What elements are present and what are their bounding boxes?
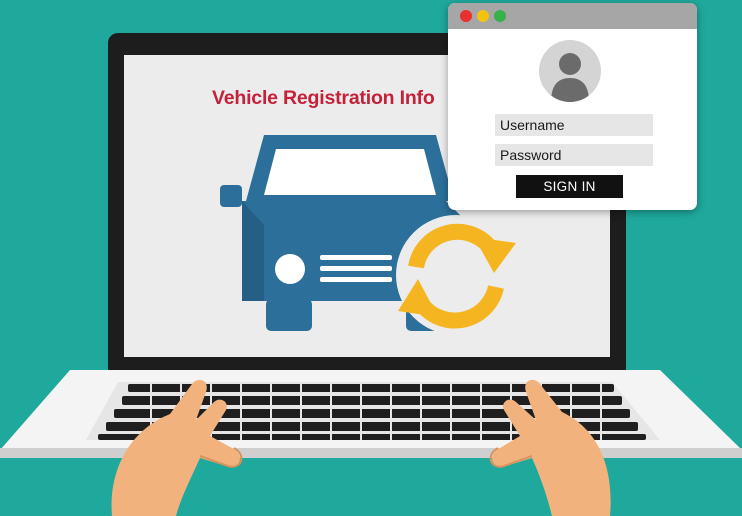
close-window-button[interactable]	[460, 10, 472, 22]
username-field[interactable]: Username	[495, 114, 653, 136]
user-icon	[539, 40, 601, 102]
sign-in-button[interactable]: SIGN IN	[516, 175, 623, 198]
window-titlebar[interactable]	[448, 3, 697, 29]
login-window: Username Password SIGN IN	[448, 3, 697, 210]
maximize-window-button[interactable]	[494, 10, 506, 22]
minimize-window-button[interactable]	[477, 10, 489, 22]
password-field[interactable]: Password	[495, 144, 653, 166]
